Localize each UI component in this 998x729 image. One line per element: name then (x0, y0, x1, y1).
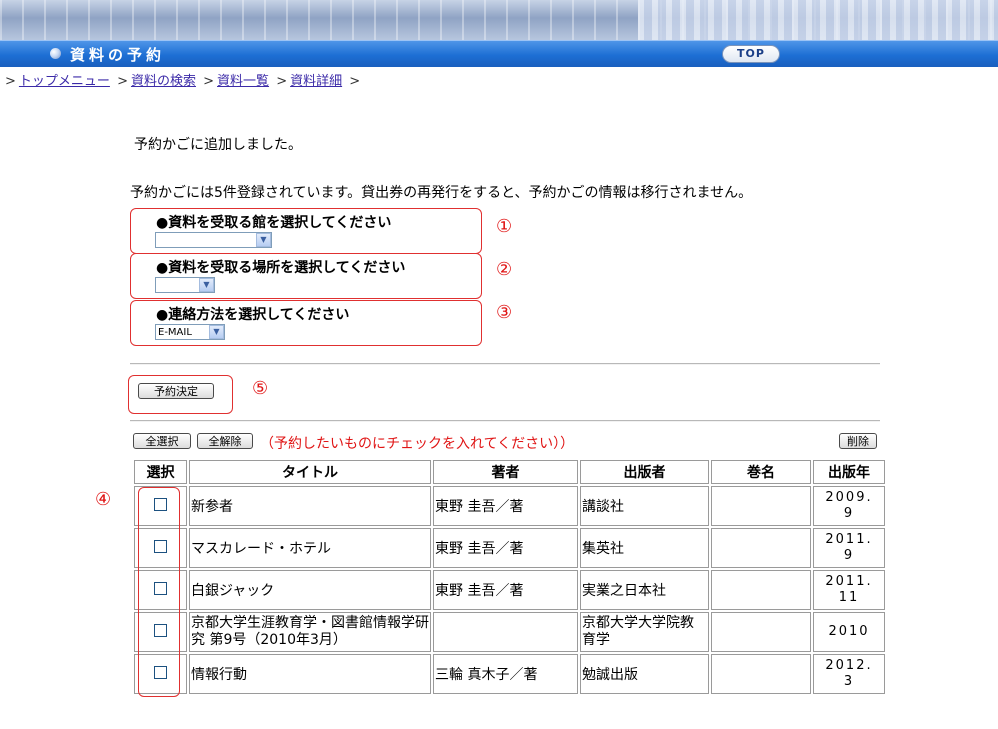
marker-4: ④ (95, 489, 112, 510)
row-volume (711, 612, 811, 652)
delete-button[interactable]: 削除 (839, 433, 877, 449)
divider (130, 363, 880, 365)
breadcrumb-detail[interactable]: 資料詳細 (290, 74, 342, 89)
deselect-all-button[interactable]: 全解除 (197, 433, 253, 449)
breadcrumb-list[interactable]: 資料一覧 (217, 74, 269, 89)
bullet-icon (50, 48, 61, 59)
column-year: 出版年 (813, 460, 885, 484)
added-message: 予約かごに追加しました。 (134, 137, 302, 153)
row-year: 2011. 11 (813, 570, 885, 610)
column-publisher: 出版者 (580, 460, 709, 484)
header-banner (0, 0, 998, 40)
check-hint: （予約したいものにチェックを入れてください）） (260, 436, 575, 452)
marker-5: ⑤ (252, 378, 269, 399)
row-volume (711, 528, 811, 568)
row-publisher: 集英社 (580, 528, 709, 568)
row-author: 東野 圭吾／著 (433, 570, 578, 610)
row-author: 東野 圭吾／著 (433, 486, 578, 526)
select-all-button[interactable]: 全選択 (133, 433, 191, 449)
row-year: 2012. 3 (813, 654, 885, 694)
row-year: 2010 (813, 612, 885, 652)
row-title: 情報行動 (189, 654, 431, 694)
column-author: 著者 (433, 460, 578, 484)
chevron-down-icon[interactable]: ▼ (199, 278, 214, 292)
marker-2: ② (496, 259, 513, 280)
breadcrumb-top-menu[interactable]: トップメニュー (19, 74, 110, 89)
column-title: タイトル (189, 460, 431, 484)
library-select[interactable]: ▼ (155, 232, 272, 248)
table-row: 情報行動 三輪 真木子／著 勉誠出版 2012. 3 (134, 654, 885, 694)
row-title: 新参者 (189, 486, 431, 526)
row-author: 三輪 真木子／著 (433, 654, 578, 694)
row-year: 2011. 9 (813, 528, 885, 568)
row-year: 2009. 9 (813, 486, 885, 526)
table-row: 白銀ジャック 東野 圭吾／著 実業之日本社 2011. 11 (134, 570, 885, 610)
top-button[interactable]: TOP (722, 45, 780, 63)
chevron-down-icon[interactable]: ▼ (209, 325, 224, 339)
row-publisher: 勉誠出版 (580, 654, 709, 694)
marker-3: ③ (496, 302, 513, 323)
row-publisher: 京都大学大学院教育学 (580, 612, 709, 652)
column-select: 選択 (134, 460, 187, 484)
row-volume (711, 570, 811, 610)
table-row: 新参者 東野 圭吾／著 講談社 2009. 9 (134, 486, 885, 526)
banner-decoration (638, 0, 998, 40)
chevron-down-icon[interactable]: ▼ (256, 233, 271, 247)
row-title: 白銀ジャック (189, 570, 431, 610)
row-title: 京都大学生涯教育学・図書館情報学研究 第9号（2010年3月） (189, 612, 431, 652)
reservation-table: 選択 タイトル 著者 出版者 巻名 出版年 新参者 東野 圭吾／著 講談社 20… (132, 458, 887, 696)
breadcrumb: > トップメニュー > 資料の検索 > 資料一覧 > 資料詳細 > (5, 74, 361, 89)
page-title: 資料の予約 (70, 46, 166, 64)
location-select-group: ●資料を受取る場所を選択してください ▼ (130, 253, 482, 299)
location-select[interactable]: ▼ (155, 277, 215, 293)
row-volume (711, 486, 811, 526)
reserve-confirm-button[interactable]: 予約決定 (138, 383, 214, 399)
row-volume (711, 654, 811, 694)
title-bar: 資料の予約 (0, 40, 998, 67)
row-author (433, 612, 578, 652)
breadcrumb-search[interactable]: 資料の検索 (131, 74, 196, 89)
table-header-row: 選択 タイトル 著者 出版者 巻名 出版年 (134, 460, 885, 484)
library-select-group: ●資料を受取る館を選択してください ▼ (130, 208, 482, 254)
table-row: 京都大学生涯教育学・図書館情報学研究 第9号（2010年3月） 京都大学大学院教… (134, 612, 885, 652)
divider (130, 420, 880, 422)
contact-select[interactable]: E-MAIL ▼ (155, 324, 225, 340)
table-row: マスカレード・ホテル 東野 圭吾／著 集英社 2011. 9 (134, 528, 885, 568)
column-volume: 巻名 (711, 460, 811, 484)
row-publisher: 講談社 (580, 486, 709, 526)
checkbox-column-highlight (138, 487, 180, 697)
contact-select-group: ●連絡方法を選択してください E-MAIL ▼ (130, 300, 482, 346)
row-title: マスカレード・ホテル (189, 528, 431, 568)
location-select-label: ●資料を受取る場所を選択してください (156, 260, 406, 276)
row-publisher: 実業之日本社 (580, 570, 709, 610)
library-select-label: ●資料を受取る館を選択してください (156, 215, 392, 231)
status-message: 予約かごには5件登録されています。貸出券の再発行をすると、予約かごの情報は移行さ… (130, 185, 753, 201)
contact-select-label: ●連絡方法を選択してください (156, 307, 350, 323)
row-author: 東野 圭吾／著 (433, 528, 578, 568)
marker-1: ① (496, 216, 513, 237)
